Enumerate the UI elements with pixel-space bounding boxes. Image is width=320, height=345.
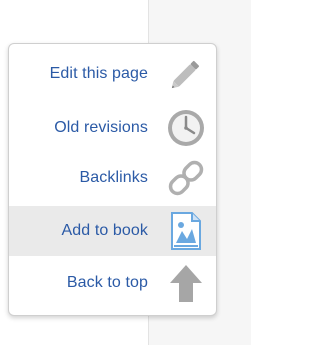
- pencil-icon: [164, 52, 208, 96]
- clock-icon: [164, 106, 208, 150]
- chain-link-icon: [164, 156, 208, 200]
- menu-item-label: Edit this page: [49, 65, 148, 82]
- menu-item-label: Back to top: [66, 274, 148, 291]
- menu-item-label: Old revisions: [54, 119, 148, 136]
- arrow-up-icon: [164, 261, 208, 305]
- menu-item-old-revisions[interactable]: Old revisions: [9, 103, 216, 153]
- page-tools-menu: Edit this page Old revisions Backlinks A…: [8, 43, 217, 316]
- menu-item-back-to-top[interactable]: Back to top: [9, 258, 216, 308]
- menu-item-add-to-book[interactable]: Add to book: [9, 206, 216, 256]
- menu-item-label: Add to book: [61, 222, 148, 239]
- menu-item-edit-this-page[interactable]: Edit this page: [9, 49, 216, 99]
- menu-item-backlinks[interactable]: Backlinks: [9, 153, 216, 203]
- add-to-book-icon: [164, 209, 208, 253]
- menu-item-label: Backlinks: [79, 169, 148, 186]
